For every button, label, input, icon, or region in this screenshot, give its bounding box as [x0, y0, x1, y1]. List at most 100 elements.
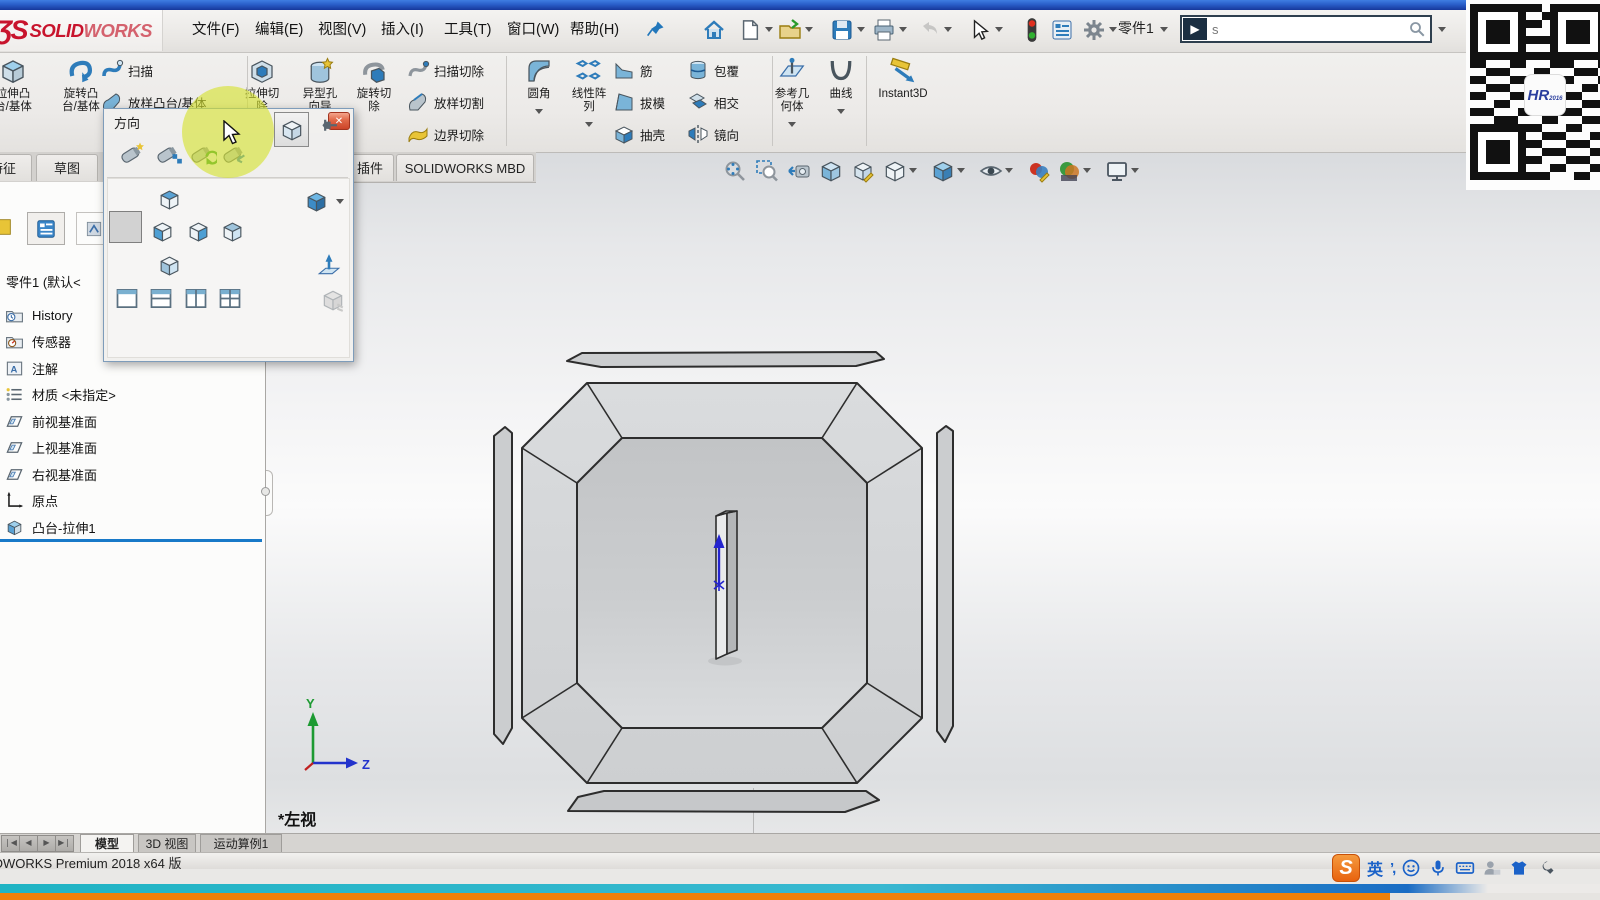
menu-3[interactable]: 插入(I)	[375, 17, 430, 43]
tab-SOLIDWORKS MBD[interactable]: SOLIDWORKS MBD	[396, 154, 534, 181]
section-view-icon[interactable]	[818, 158, 844, 184]
tab-scroll-0[interactable]: ❘◀	[1, 835, 20, 852]
cm-button-shell[interactable]: 抽壳	[612, 120, 665, 148]
previous-view-icon[interactable]	[786, 158, 812, 184]
undo-icon-caret[interactable]	[944, 27, 952, 32]
view-back-view[interactable]	[220, 219, 245, 244]
fillet-caret[interactable]	[535, 109, 543, 114]
zoom-area-icon[interactable]	[754, 158, 780, 184]
zoom-fit-icon[interactable]	[722, 158, 748, 184]
active-document-label[interactable]: 零件1	[1118, 18, 1154, 38]
cm-button-curve[interactable]: 曲线	[820, 54, 862, 119]
print-icon-caret[interactable]	[899, 27, 907, 32]
tree-item-上视基准面[interactable]: 上视基准面	[5, 436, 97, 460]
edit-appearance-icon[interactable]	[1026, 158, 1052, 184]
display-style-icon[interactable]	[930, 158, 956, 184]
cm-button-fillet[interactable]: 圆角	[516, 54, 562, 119]
display-style-icon-caret[interactable]	[957, 168, 965, 173]
cm-button-boundary-cut[interactable]: 边界切除	[406, 120, 484, 148]
save-icon[interactable]	[828, 15, 856, 45]
emoji-icon[interactable]	[1401, 858, 1421, 878]
view-isometric-view[interactable]	[304, 189, 329, 214]
two-view-horizontal[interactable]	[150, 289, 172, 308]
cm-button-sweep[interactable]: 扫描	[100, 56, 153, 84]
cm-button-hole-wizard[interactable]: 异型孔 向导	[296, 54, 344, 114]
menu-6[interactable]: 帮助(H)	[564, 17, 625, 43]
cm-button-rib[interactable]: 筋	[612, 56, 653, 84]
open-icon-caret[interactable]	[805, 27, 813, 32]
pin-menu-icon[interactable]	[646, 19, 666, 44]
tree-item-History[interactable]: History	[5, 303, 72, 327]
undo-icon[interactable]	[915, 15, 943, 45]
menu-0[interactable]: 文件(F)	[186, 17, 246, 43]
tab-草图[interactable]: 草图	[36, 154, 98, 181]
search-icon[interactable]	[1408, 20, 1426, 38]
reference-geometry-caret[interactable]	[788, 122, 796, 127]
view-settings-icon-caret[interactable]	[1131, 168, 1139, 173]
menu-5[interactable]: 窗口(W)	[501, 17, 565, 43]
doc-tab-3D 视图[interactable]: 3D 视图	[138, 834, 196, 852]
tree-item-传感器[interactable]: 传感器	[5, 330, 71, 354]
two-view-vertical[interactable]	[185, 289, 207, 308]
ime-language-toggle[interactable]: 英	[1367, 856, 1383, 880]
cm-button-reference-geometry[interactable]: 参考几 何体	[766, 54, 818, 132]
view-front-view[interactable]	[150, 219, 175, 244]
cm-button-revolve-cut[interactable]: 旋转切 除	[350, 54, 398, 114]
pin-dialog-icon[interactable]	[316, 117, 338, 144]
four-view[interactable]	[219, 289, 241, 308]
search-command-icon[interactable]: ▶	[1183, 18, 1207, 40]
feature-manager-tree-tab[interactable]	[27, 212, 65, 245]
curve-caret[interactable]	[837, 109, 845, 114]
cm-button-loft-cut[interactable]: 放样切割	[406, 88, 484, 116]
view-orientation-icon-caret[interactable]	[909, 168, 917, 173]
view-right-view[interactable]	[186, 219, 211, 244]
sketch-3d-icon[interactable]	[850, 158, 876, 184]
open-icon[interactable]	[776, 15, 804, 45]
apply-scene-icon[interactable]	[1056, 158, 1082, 184]
view-bottom-view[interactable]	[157, 253, 182, 278]
traffic-light-icon[interactable]	[1018, 15, 1046, 45]
doc-tab-运动算例1[interactable]: 运动算例1	[200, 834, 282, 852]
feature-manager-hidden-tab[interactable]	[0, 214, 14, 240]
new-view-icon[interactable]	[119, 139, 147, 167]
skin-icon[interactable]	[1509, 858, 1529, 878]
sogou-logo-icon[interactable]: S	[1332, 854, 1360, 882]
cm-button-linear-pattern[interactable]: 线性阵 列	[566, 54, 612, 132]
view-orientation-icon[interactable]	[882, 158, 908, 184]
search-input[interactable]: s	[1207, 22, 1408, 37]
feature-tree-root[interactable]: 零件1 (默认<	[6, 272, 81, 291]
rollback-bar[interactable]	[0, 539, 262, 542]
single-view[interactable]	[116, 289, 138, 308]
tree-item-材质 <未指定>[interactable]: 材质 <未指定>	[5, 383, 116, 407]
user-wordlib-icon[interactable]	[1482, 858, 1502, 878]
home-icon[interactable]	[700, 15, 728, 45]
new-document-icon-caret[interactable]	[765, 27, 773, 32]
search-box[interactable]: ▶ s	[1180, 15, 1432, 43]
tree-item-前视基准面[interactable]: 前视基准面	[5, 409, 97, 433]
hide-show-icon-caret[interactable]	[1005, 168, 1013, 173]
soft-keyboard-icon[interactable]	[1455, 858, 1475, 878]
menu-1[interactable]: 编辑(E)	[249, 17, 309, 43]
update-views-icon[interactable]	[155, 139, 183, 167]
linear-pattern-caret[interactable]	[585, 122, 593, 127]
graphics-viewport[interactable]	[265, 152, 1600, 833]
cm-button-mirror[interactable]: 镜向	[686, 120, 739, 148]
cm-button-boss-extrude[interactable]: 拉伸凸 台/基体	[0, 54, 42, 114]
save-icon-caret[interactable]	[857, 27, 865, 32]
menu-4[interactable]: 工具(T)	[438, 17, 498, 43]
normal-to-view[interactable]	[316, 251, 342, 279]
view-top-view[interactable]	[157, 187, 182, 212]
document-dropdown-caret[interactable]	[1160, 27, 1168, 32]
select-arrow-icon-caret[interactable]	[995, 27, 1003, 32]
search-dropdown-caret[interactable]	[1438, 27, 1446, 32]
new-document-icon[interactable]	[736, 15, 764, 45]
cm-button-instant3d[interactable]: Instant3D	[870, 54, 936, 101]
tree-item-注解[interactable]: A注解	[5, 356, 58, 380]
view-settings-icon[interactable]	[1104, 158, 1130, 184]
hide-show-icon[interactable]	[978, 158, 1004, 184]
options-gear-icon-caret[interactable]	[1109, 27, 1117, 32]
select-arrow-icon[interactable]	[966, 15, 994, 45]
ime-punctuation-toggle[interactable]: ’,	[1390, 860, 1394, 877]
tree-item-原点[interactable]: 原点	[5, 489, 58, 513]
cm-button-draft[interactable]: 拔模	[612, 88, 665, 116]
